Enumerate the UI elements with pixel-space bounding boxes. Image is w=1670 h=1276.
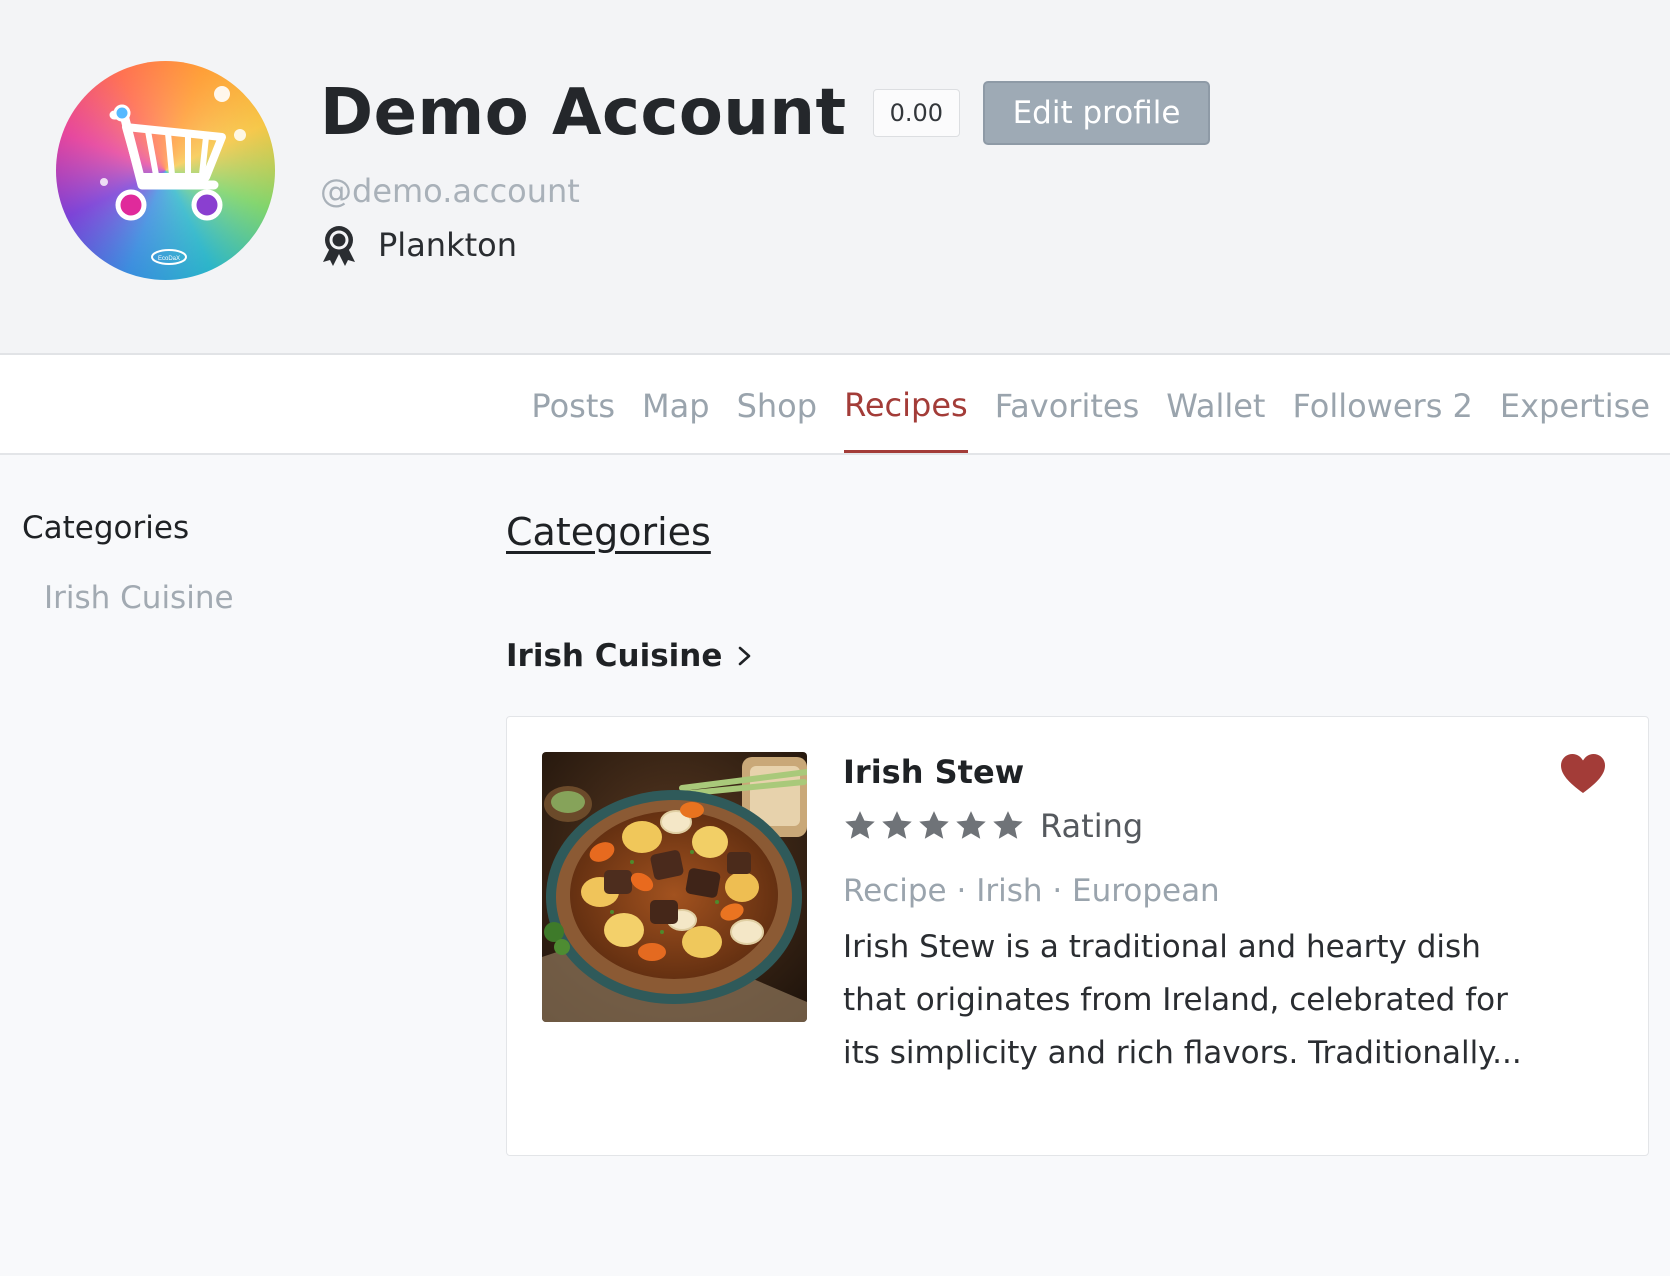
- sidebar-title: Categories: [22, 510, 190, 546]
- rank-badge: Plankton: [320, 224, 517, 266]
- page-title[interactable]: Categories: [506, 510, 711, 554]
- heart-icon[interactable]: [1560, 753, 1606, 795]
- star-icon: [845, 811, 875, 839]
- star-icon: [882, 811, 912, 839]
- profile-header: EcoDaX Demo Account 0.00 Edit profile @d…: [0, 0, 1670, 355]
- sidebar-item-irish-cuisine[interactable]: Irish Cuisine: [44, 580, 234, 616]
- category-sidebar: Categories Irish Cuisine: [22, 510, 234, 616]
- tab-favorites[interactable]: Favorites: [995, 355, 1140, 453]
- chevron-right-icon: [739, 646, 751, 666]
- rating-label: Rating: [1040, 807, 1144, 845]
- tab-followers[interactable]: Followers 2: [1292, 355, 1472, 453]
- shopping-cart-icon: EcoDaX: [56, 61, 274, 279]
- main-content: Categories Irish Cuisine: [506, 510, 751, 674]
- edit-profile-button[interactable]: Edit profile: [983, 81, 1210, 145]
- recipe-title[interactable]: Irish Stew: [843, 753, 1024, 791]
- profile-tabs: Posts Map Shop Recipes Favorites Wallet …: [0, 355, 1670, 455]
- avatar[interactable]: EcoDaX: [56, 61, 275, 280]
- recipe-rating: Rating: [843, 807, 1143, 845]
- recipe-description: Irish Stew is a traditional and hearty d…: [843, 929, 1522, 1071]
- tab-posts[interactable]: Posts: [531, 355, 615, 453]
- rank-label: Plankton: [378, 226, 518, 264]
- section-label: Irish Cuisine: [506, 638, 723, 674]
- star-icon: [956, 811, 986, 839]
- tab-recipes[interactable]: Recipes: [844, 355, 968, 453]
- star-icon: [919, 811, 949, 839]
- recipe-tags: Recipe · Irish · European: [843, 873, 1220, 909]
- avatar-text: EcoDaX: [158, 256, 180, 262]
- profile-name: Demo Account: [320, 76, 847, 150]
- tab-wallet[interactable]: Wallet: [1166, 355, 1265, 453]
- recipe-card[interactable]: Irish Stew Rating Recipe · Irish · Europ…: [506, 716, 1649, 1156]
- award-ribbon-icon: [323, 226, 355, 266]
- score-badge: 0.00: [872, 89, 960, 137]
- tab-map[interactable]: Map: [642, 355, 710, 453]
- irish-stew-image: [542, 752, 807, 1022]
- tab-expertise[interactable]: Expertise: [1500, 355, 1650, 453]
- section-link-irish-cuisine[interactable]: Irish Cuisine: [506, 638, 756, 674]
- tab-shop[interactable]: Shop: [737, 355, 817, 453]
- profile-handle: @demo.account: [320, 172, 580, 210]
- star-icon: [993, 811, 1023, 839]
- recipe-image[interactable]: [542, 752, 807, 1022]
